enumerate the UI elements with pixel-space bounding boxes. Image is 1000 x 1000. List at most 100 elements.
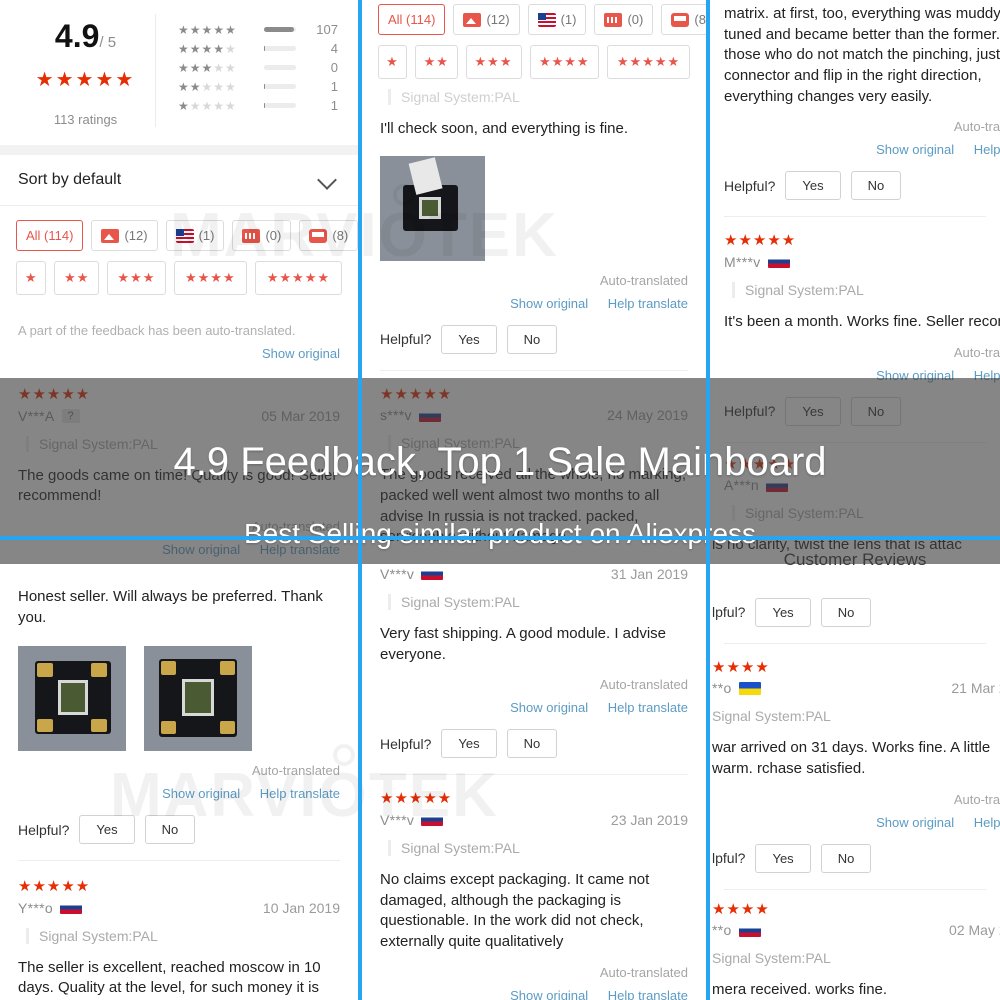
- show-original-link[interactable]: Show original: [510, 700, 588, 715]
- star-filter-2[interactable]: ★★: [415, 45, 458, 79]
- review-photo[interactable]: [18, 646, 126, 752]
- filter-chip-photo[interactable]: (12): [91, 220, 158, 251]
- star-filter-5[interactable]: ★★★★★: [254, 261, 342, 295]
- show-original-link[interactable]: Show original: [510, 296, 588, 311]
- review-text: war arrived on 31 days. Works fine. A li…: [712, 739, 991, 777]
- helpful-no-button[interactable]: No: [506, 324, 558, 354]
- video-icon: [604, 12, 623, 27]
- divider: [380, 369, 688, 371]
- helpful-row: Helpful? Yes No: [724, 171, 986, 201]
- review-date: 23 Jan 2019: [610, 811, 688, 828]
- translate-links: Show original Help translate: [380, 296, 688, 311]
- helpful-no-button[interactable]: No: [506, 729, 558, 759]
- filter-chip-label: All (114): [26, 228, 74, 243]
- filter-chip-label: (8): [332, 228, 349, 243]
- show-original-row: Show original: [0, 346, 358, 361]
- helpful-yes-button[interactable]: Yes: [79, 815, 135, 845]
- filter-chip-row: All (114) (12) (1) (0) (8): [362, 0, 706, 35]
- review-user-row: **o 21 Mar 2019: [712, 680, 1000, 696]
- filter-chip-comment[interactable]: (8): [661, 4, 706, 35]
- show-original-link[interactable]: Show original: [262, 346, 340, 361]
- rating-bar-row: ★★★★★ 4: [178, 39, 338, 58]
- show-original-link[interactable]: Show original: [876, 815, 954, 830]
- review-user-row: V***v 23 Jan 2019: [380, 812, 688, 828]
- review-photo[interactable]: [380, 155, 485, 261]
- rating-bar-count: 4: [330, 41, 338, 56]
- star-filter-row: ★ ★★ ★★★ ★★★★ ★★★★★: [0, 251, 358, 309]
- helpful-yes-button[interactable]: Yes: [441, 324, 497, 354]
- helpful-no-button[interactable]: No: [820, 843, 872, 873]
- star-filter-5[interactable]: ★★★★★: [607, 45, 690, 79]
- helpful-label: lpful?: [712, 604, 746, 621]
- ratings-count: 113 ratings: [53, 112, 118, 127]
- filter-chip-photo[interactable]: (12): [453, 4, 520, 35]
- comment-icon: [309, 228, 328, 243]
- reviewer-name: V***v: [380, 565, 444, 582]
- filter-chip-label: (0): [265, 228, 282, 243]
- sort-control[interactable]: Sort by default: [0, 155, 358, 206]
- help-translate-link[interactable]: Help translate: [608, 700, 688, 715]
- chevron-down-icon[interactable]: [317, 170, 337, 190]
- rating-bar-track: [264, 84, 296, 89]
- helpful-yes-button[interactable]: Yes: [755, 843, 811, 873]
- divider: [18, 860, 340, 862]
- helpful-label: lpful?: [712, 850, 746, 867]
- reviewer-name-text: Y***o: [18, 899, 53, 916]
- helpful-no-button[interactable]: No: [144, 815, 196, 845]
- show-original-link[interactable]: Show original: [510, 988, 588, 1000]
- review-spec: Signal System:PAL: [388, 89, 688, 105]
- filter-chip-us-flag[interactable]: (1): [527, 4, 587, 35]
- ru-flag-icon: [421, 567, 444, 581]
- helpful-row: lpful? Yes No: [712, 843, 986, 873]
- filter-chip-video[interactable]: (0): [594, 4, 654, 35]
- star-filter-2[interactable]: ★★: [54, 261, 99, 295]
- help-translate-link[interactable]: Help translate: [974, 815, 1000, 830]
- review-spec: Signal System:PAL: [732, 281, 986, 298]
- show-original-link[interactable]: Show original: [876, 142, 954, 157]
- show-original-link[interactable]: Show original: [162, 786, 240, 801]
- translate-links: Show original Help translate: [380, 700, 688, 715]
- star-filter-4[interactable]: ★★★★: [529, 45, 599, 79]
- help-translate-link[interactable]: Help translate: [260, 786, 340, 801]
- filter-chip-us-flag[interactable]: (1): [165, 220, 225, 251]
- helpful-row: lpful? Yes No: [712, 597, 986, 627]
- reviewer-name-text: V***v: [380, 565, 415, 582]
- helpful-no-button[interactable]: No: [820, 597, 872, 627]
- review-stars: ★★★★★: [724, 232, 797, 250]
- star-filter-4[interactable]: ★★★★: [173, 261, 247, 295]
- help-translate-link[interactable]: Help translate: [608, 988, 688, 1000]
- helpful-yes-button[interactable]: Yes: [785, 171, 841, 201]
- star-filter-1[interactable]: ★: [16, 261, 47, 295]
- reviewer-name: **o: [712, 680, 761, 696]
- helpful-yes-button[interactable]: Yes: [441, 729, 497, 759]
- helpful-yes-button[interactable]: Yes: [755, 597, 811, 627]
- review-spec: Signal System:PAL: [712, 708, 831, 725]
- filter-chip-all[interactable]: All (114): [378, 4, 446, 35]
- rating-bar-stars: ★★★★★: [178, 41, 237, 56]
- ru-flag-icon: [767, 255, 790, 269]
- divider: [724, 216, 986, 218]
- review-text: Honest seller. Will always be preferred.…: [18, 587, 323, 626]
- reviewer-name: Y***o: [18, 900, 82, 916]
- help-translate-link[interactable]: Help translate: [608, 296, 688, 311]
- review-user-row: V***v 31 Jan 2019: [380, 566, 688, 582]
- rating-bar-track: [264, 103, 296, 108]
- star-filter-3[interactable]: ★★★: [465, 45, 522, 79]
- review-photo[interactable]: [144, 646, 252, 752]
- help-translate-link[interactable]: Help translate: [974, 142, 1000, 157]
- review-date: 21 Mar 2019: [951, 680, 1000, 697]
- star-filter-1[interactable]: ★: [378, 45, 407, 79]
- translate-links: Show original Help translate: [18, 786, 340, 801]
- review-card: V***v 31 Jan 2019 Signal System:PAL Very…: [362, 566, 706, 776]
- filter-chip-video[interactable]: (0): [232, 220, 292, 251]
- filter-chip-all[interactable]: All (114): [16, 220, 84, 251]
- review-date: 10 Jan 2019: [262, 899, 340, 916]
- star-filter-3[interactable]: ★★★: [107, 261, 166, 295]
- rating-bar-stars: ★★★★★: [178, 79, 237, 94]
- column-divider: [358, 0, 362, 1000]
- helpful-no-button[interactable]: No: [850, 171, 902, 201]
- filter-chip-comment[interactable]: (8): [299, 220, 358, 251]
- rating-bar-track: [264, 46, 296, 51]
- filter-chip-label: (12): [124, 228, 148, 243]
- helpful-label: Helpful?: [18, 821, 70, 838]
